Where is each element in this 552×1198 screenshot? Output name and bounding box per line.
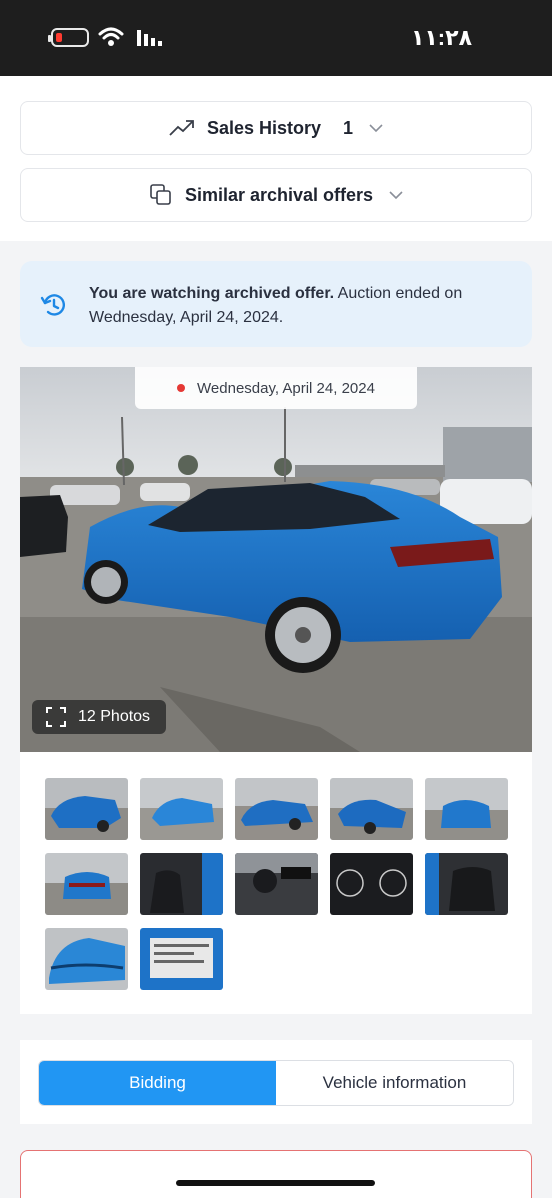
status-bar: ١١:٢٨ bbox=[0, 0, 552, 76]
tab-bidding[interactable]: Bidding bbox=[39, 1061, 276, 1105]
bidding-card bbox=[20, 1150, 532, 1198]
photos-count-label: 12 Photos bbox=[78, 708, 151, 725]
photo-gallery: Wednesday, April 24, 2024 12 Photos bbox=[20, 367, 532, 1014]
trending-up-icon bbox=[169, 119, 195, 137]
thumbnail-front-seats[interactable] bbox=[140, 853, 223, 915]
archived-offer-banner: You are watching archived offer. Auction… bbox=[20, 261, 532, 347]
thumbnail-dashboard[interactable] bbox=[235, 853, 318, 915]
signal-icon bbox=[137, 30, 162, 46]
archived-message: You are watching archived offer. Auction… bbox=[89, 285, 463, 326]
expand-icon bbox=[46, 707, 66, 727]
wifi-icon bbox=[98, 27, 124, 46]
thumbnail-instrument-cluster[interactable] bbox=[330, 853, 413, 915]
sales-history-count: 1 bbox=[343, 117, 354, 138]
thumbnail-side-left[interactable] bbox=[235, 778, 318, 840]
tab-vehicle-information[interactable]: Vehicle information bbox=[276, 1061, 513, 1105]
offer-tabs-card: Bidding Vehicle information bbox=[20, 1040, 532, 1124]
chevron-down-icon bbox=[369, 123, 383, 133]
history-section: Sales History 1 Similar archival offers bbox=[0, 76, 552, 241]
thumbnail-rear-view[interactable] bbox=[45, 853, 128, 915]
sales-history-label: Sales History bbox=[206, 117, 322, 138]
status-time: ١١:٢٨ bbox=[410, 25, 472, 50]
thumbnail-front-damage-left[interactable] bbox=[45, 778, 128, 840]
chevron-down-icon bbox=[389, 190, 403, 200]
offer-tabs: Bidding Vehicle information bbox=[38, 1060, 514, 1106]
thumbnail-window-sticker[interactable] bbox=[140, 928, 223, 990]
auction-date-tag: Wednesday, April 24, 2024 bbox=[135, 367, 417, 409]
home-indicator bbox=[176, 1180, 375, 1186]
thumbnail-front-view[interactable] bbox=[425, 778, 508, 840]
thumbnail-front-right[interactable] bbox=[330, 778, 413, 840]
thumbnail-rear-left[interactable] bbox=[140, 778, 223, 840]
main-vehicle-photo[interactable]: Wednesday, April 24, 2024 12 Photos bbox=[20, 367, 532, 752]
history-icon bbox=[40, 294, 65, 316]
sales-history-dropdown[interactable]: Sales History 1 bbox=[20, 101, 532, 155]
similar-offers-label: Similar archival offers bbox=[184, 184, 374, 205]
view-all-photos-button[interactable]: 12 Photos bbox=[32, 700, 166, 734]
thumbnail-hood-damage[interactable] bbox=[45, 928, 128, 990]
status-dot-icon bbox=[177, 384, 186, 392]
copy-icon bbox=[149, 183, 173, 207]
similar-offers-dropdown[interactable]: Similar archival offers bbox=[20, 168, 532, 222]
thumbnail-rear-seats[interactable] bbox=[425, 853, 508, 915]
battery-icon bbox=[48, 28, 89, 47]
